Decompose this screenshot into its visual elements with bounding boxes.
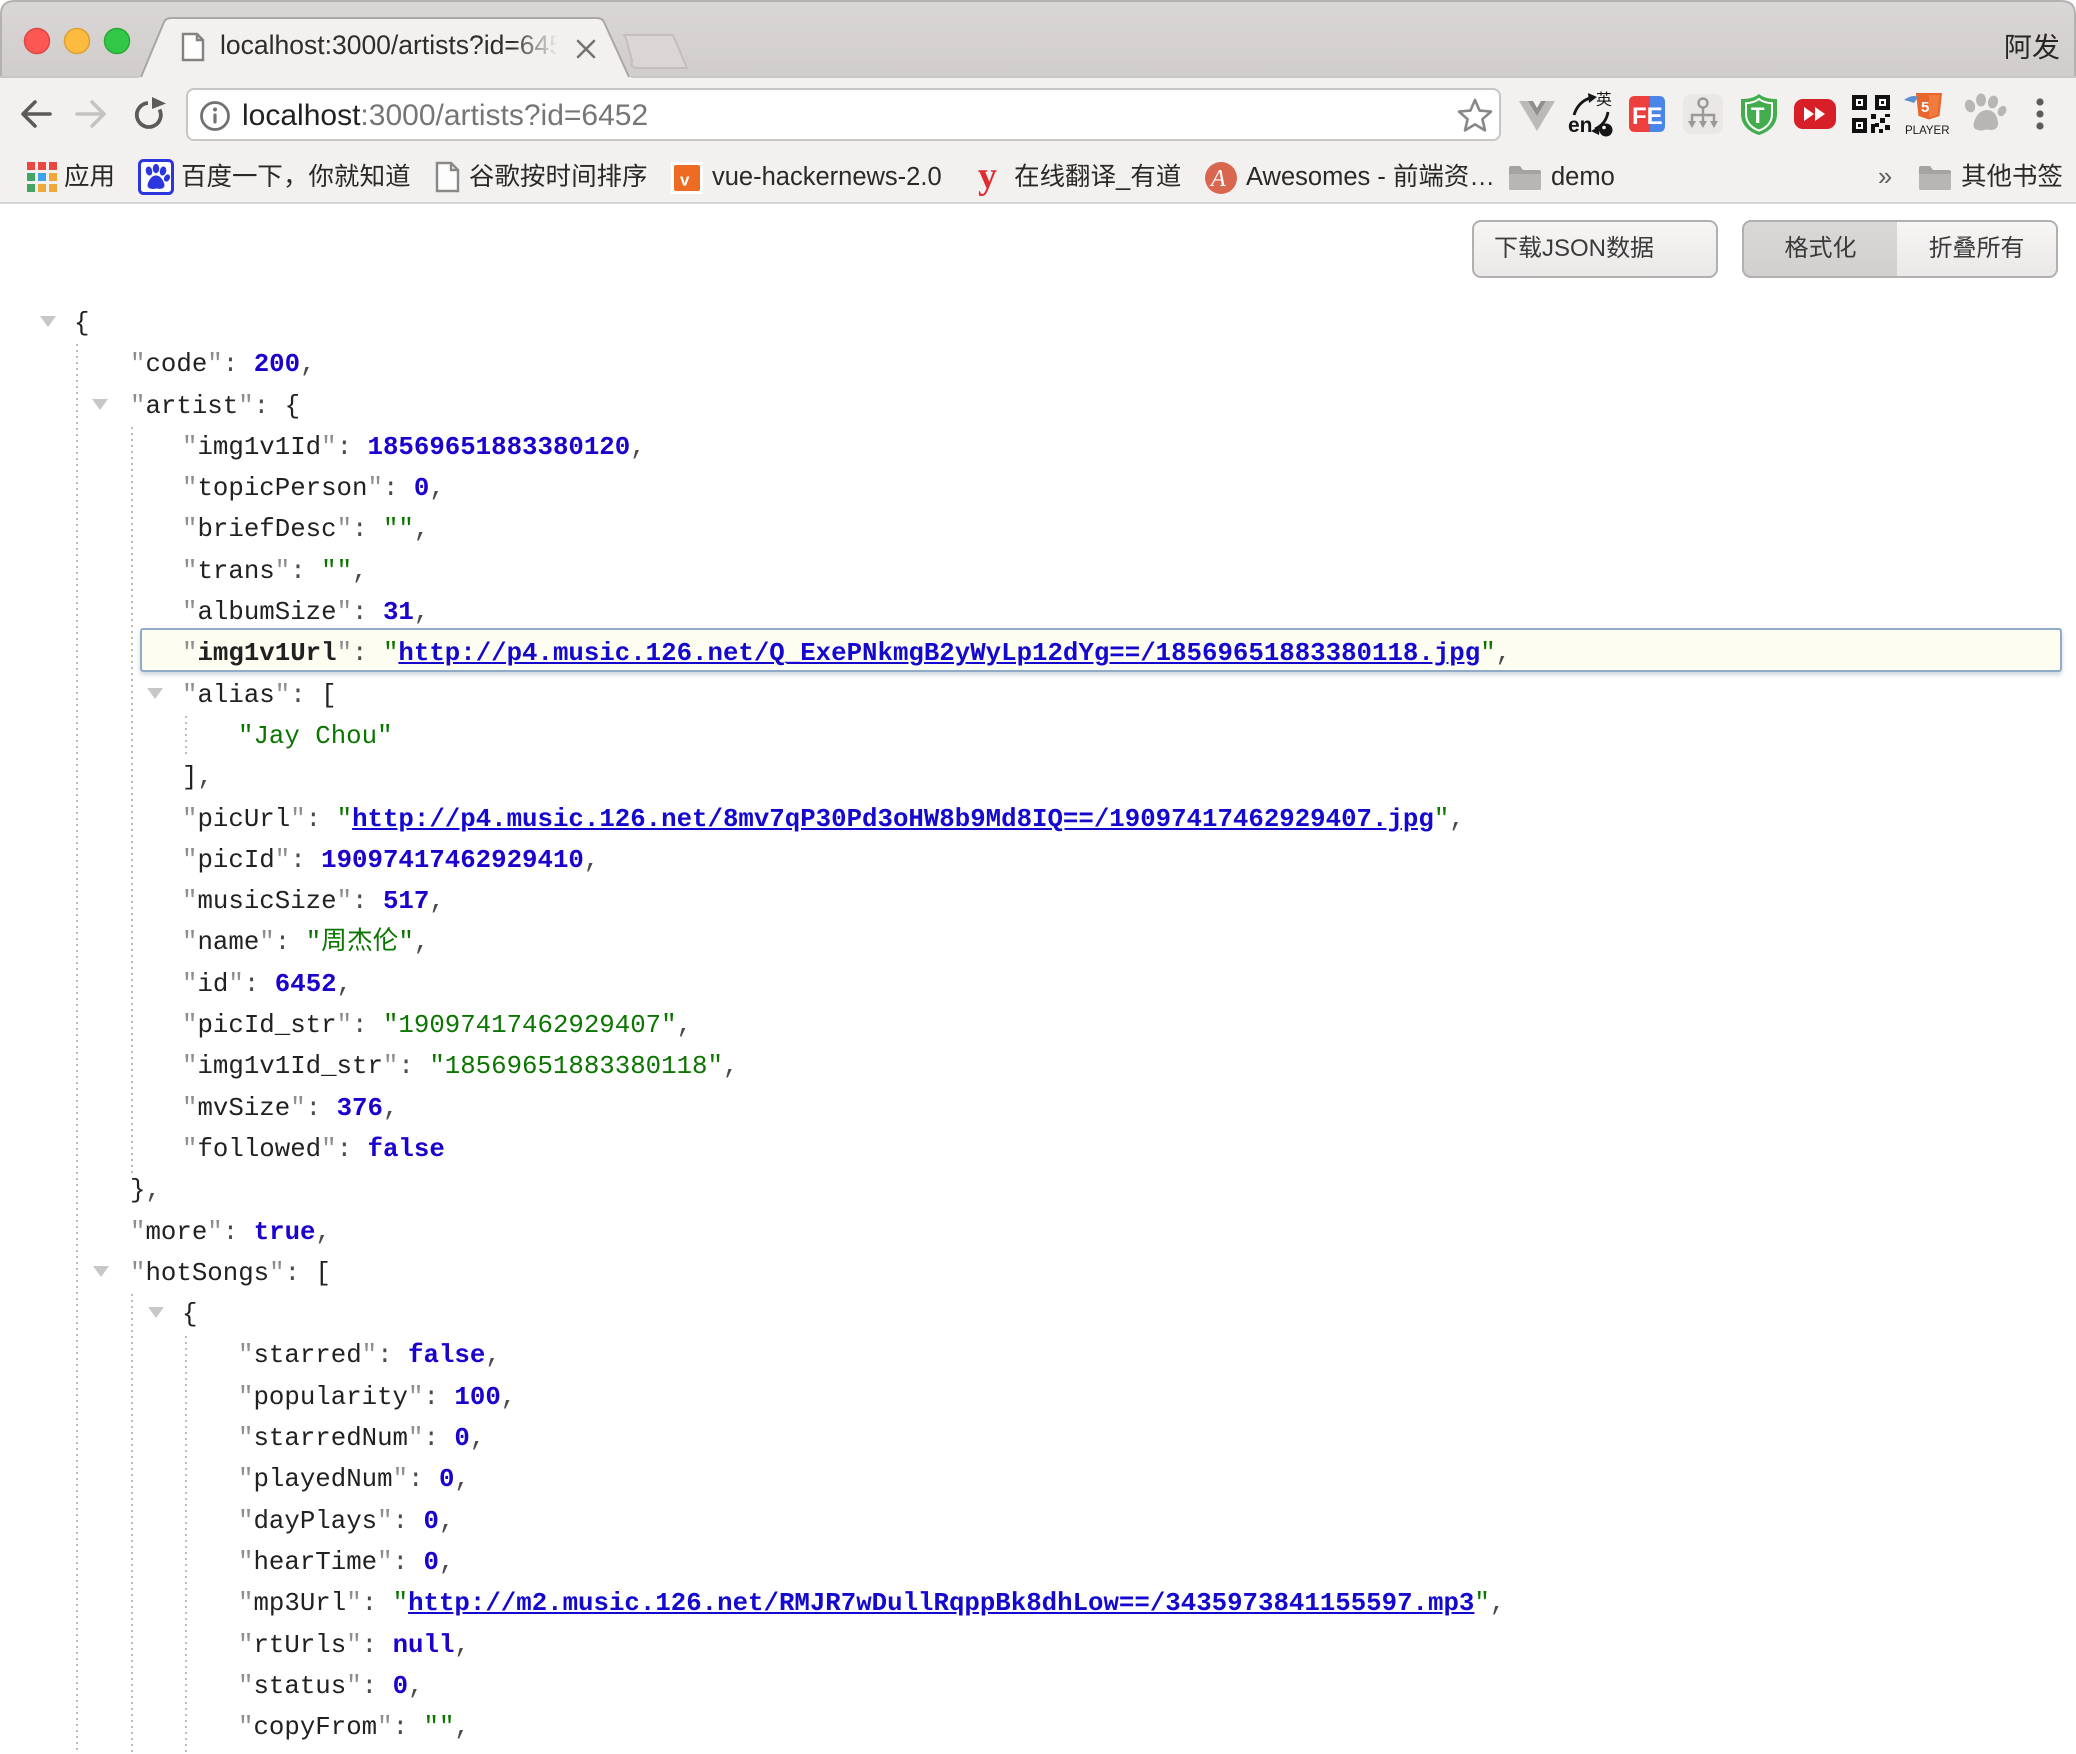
svg-text:y: y bbox=[978, 160, 997, 197]
svg-text:v: v bbox=[680, 171, 690, 190]
svg-text:英: 英 bbox=[1596, 90, 1612, 110]
svg-text:5: 5 bbox=[1921, 99, 1929, 116]
svg-text:T: T bbox=[1751, 103, 1765, 128]
svg-text:FE: FE bbox=[1632, 103, 1663, 130]
svg-text:en: en bbox=[1568, 114, 1593, 137]
svg-text:A: A bbox=[1209, 166, 1226, 192]
svg-text:PLAYER: PLAYER bbox=[1905, 125, 1950, 137]
